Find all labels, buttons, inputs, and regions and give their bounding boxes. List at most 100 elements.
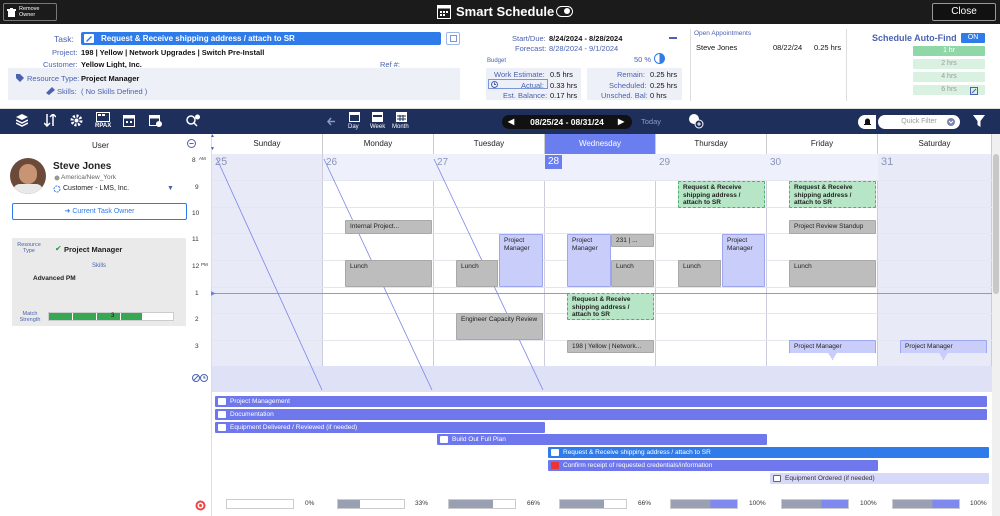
utilization-bar — [892, 499, 960, 509]
calendar-event[interactable]: Lunch — [611, 260, 654, 287]
calendar-event[interactable]: Lunch — [789, 260, 876, 287]
flag-icon — [551, 462, 559, 469]
week-view-icon[interactable] — [372, 112, 383, 122]
month-view-label[interactable]: Month — [392, 124, 409, 130]
calendar-event[interactable]: Internal Project... — [345, 220, 432, 234]
day-header-sunday[interactable]: Sunday — [212, 134, 323, 154]
gantt-bar[interactable]: Build Out Full Plan — [437, 434, 767, 445]
skills-value: ( No Skills Defined ) — [81, 87, 148, 96]
arrow-left-icon[interactable] — [327, 117, 336, 126]
calendar-event[interactable]: Project Review Standup — [789, 220, 876, 234]
calendar-event[interactable]: Project Manager — [567, 234, 611, 287]
utilization-value: 100% — [749, 500, 766, 507]
day-header-friday[interactable]: Friday — [767, 134, 878, 154]
calendar-icon — [437, 4, 451, 19]
sort-icon[interactable] — [44, 114, 56, 127]
resource-filter-icon[interactable] — [688, 113, 704, 129]
collapse-dates-button[interactable] — [669, 37, 677, 39]
scrollbar-thumb[interactable] — [993, 154, 999, 294]
task-icon — [551, 449, 559, 456]
day-header-thursday[interactable]: Thursday — [656, 134, 767, 154]
day-view-label[interactable]: Day — [348, 124, 359, 130]
open-appointments-title: Open Appointments — [694, 30, 752, 37]
calendar-event-proposed[interactable]: Request & Receive shipping address / att… — [789, 181, 876, 208]
current-task-owner-button[interactable]: ➜ Current Task Owner — [12, 203, 187, 220]
appointment-hours: 0.25 hrs — [814, 43, 842, 52]
date-range-picker[interactable]: ◀ 08/25/24 - 08/31/24 ▶ — [502, 115, 632, 129]
auto-find-option-1hr[interactable]: 1 hr — [913, 46, 985, 56]
close-button[interactable]: Close — [932, 3, 996, 21]
day-view-icon[interactable] — [349, 112, 360, 122]
pm-label: PM — [201, 262, 208, 267]
scroll-up-icon[interactable]: ▲ — [210, 133, 215, 139]
gantt-bar[interactable]: Equipment Delivered / Reviewed (if neede… — [215, 422, 545, 433]
layers-icon[interactable] — [16, 114, 28, 127]
calendar-event[interactable]: Lunch — [678, 260, 721, 287]
rpax-label: RPAX — [95, 123, 112, 129]
skills-icon — [46, 87, 55, 95]
task-name-field[interactable]: Request & Receive shipping address / att… — [81, 32, 441, 45]
user-panel: User Steve Jones America/New_York Custom… — [0, 134, 212, 516]
day-header-tuesday[interactable]: Tuesday — [434, 134, 545, 154]
edit-icon[interactable] — [970, 87, 978, 95]
day-header-saturday[interactable]: Saturday — [878, 134, 992, 154]
auto-find-option-4hrs[interactable]: 4 hrs — [913, 72, 985, 82]
month-view-icon[interactable] — [396, 112, 407, 122]
gantt-bar-current-task[interactable]: Request & Receive shipping address / att… — [548, 447, 989, 458]
quick-filter-input[interactable]: Quick Filter — [878, 115, 960, 129]
gantt-bar[interactable]: Confirm receipt of requested credentials… — [548, 460, 878, 471]
auto-find-toggle[interactable]: ON — [961, 33, 985, 43]
week-view-label[interactable]: Week — [370, 124, 385, 130]
day-header-wednesday[interactable]: Wednesday — [545, 134, 656, 154]
gantt-bar[interactable]: Project Management — [215, 396, 987, 407]
calendar-gear-icon[interactable] — [149, 114, 162, 127]
rpax-icon[interactable] — [96, 112, 110, 122]
calendar-event-proposed[interactable]: Request & Receive shipping address / att… — [678, 181, 765, 208]
task-open-external-button[interactable] — [446, 32, 460, 45]
auto-find-option-2hrs[interactable]: 2 hrs — [913, 59, 985, 69]
gantt-bar[interactable]: Equipment Ordered (if needed) — [770, 473, 989, 484]
quick-filter-bell-button[interactable] — [858, 115, 876, 129]
start-due-value: 8/24/2024 - 8/28/2024 — [549, 34, 623, 43]
calendar-event[interactable]: Lunch — [456, 260, 498, 287]
smart-schedule-toggle[interactable] — [556, 6, 573, 17]
calendar-event[interactable]: Project Manager — [499, 234, 543, 287]
appointment-row[interactable]: Steve Jones 08/22/24 0.25 hrs — [694, 41, 844, 53]
gantt-bar[interactable]: Documentation — [215, 409, 987, 420]
calendar-event[interactable]: 198 | Yellow | Network... — [567, 340, 654, 353]
utilization-value: 100% — [970, 500, 987, 507]
utilization-value: 33% — [415, 500, 429, 507]
calendar-event[interactable]: Lunch — [345, 260, 432, 287]
zoom-icon[interactable] — [186, 114, 200, 128]
gantt-bar-label: Documentation — [230, 411, 274, 418]
hour-label: 9 — [195, 184, 199, 191]
next-week-button[interactable]: ▶ — [618, 115, 624, 129]
remove-owner-label: Remove Owner — [19, 6, 40, 18]
hour-label: 12 — [192, 263, 200, 270]
day-header-monday[interactable]: Monday — [323, 134, 434, 154]
title-bar: Remove Owner Smart Schedule Close — [0, 0, 1000, 24]
info-icon[interactable] — [187, 139, 196, 148]
scroll-down-icon[interactable]: ▼ — [210, 146, 215, 152]
org-dropdown-button[interactable]: ▼ — [167, 185, 174, 192]
prev-week-button[interactable]: ◀ — [508, 115, 514, 129]
calendar-event[interactable]: 231 | ... — [611, 234, 654, 247]
gantt-bar-label: Build Out Full Plan — [452, 436, 506, 443]
skills-label: Skills — [92, 263, 107, 269]
filter-icon[interactable] — [973, 115, 985, 127]
unavailable-icon[interactable] — [192, 374, 209, 382]
schedule-settings-icon[interactable] — [123, 114, 135, 127]
vertical-scrollbar[interactable] — [992, 134, 1000, 516]
calendar-event[interactable]: Project Manager — [722, 234, 765, 287]
gear-icon[interactable] — [70, 114, 83, 127]
actual-value: 0.33 hrs — [550, 81, 578, 90]
today-button[interactable]: Today — [641, 117, 661, 126]
remain-value: 0.25 hrs — [650, 70, 678, 79]
remove-owner-button[interactable]: Remove Owner — [3, 3, 57, 21]
calendar-event[interactable]: Engineer Capacity Review — [456, 313, 543, 340]
remain-label: Remain: — [617, 70, 645, 79]
calendar-event-proposed[interactable]: Request & Receive shipping address / att… — [567, 293, 654, 320]
globe-icon — [54, 175, 60, 181]
quick-filter-placeholder: Quick Filter — [901, 118, 937, 125]
filter-dropdown-icon[interactable] — [947, 118, 955, 126]
